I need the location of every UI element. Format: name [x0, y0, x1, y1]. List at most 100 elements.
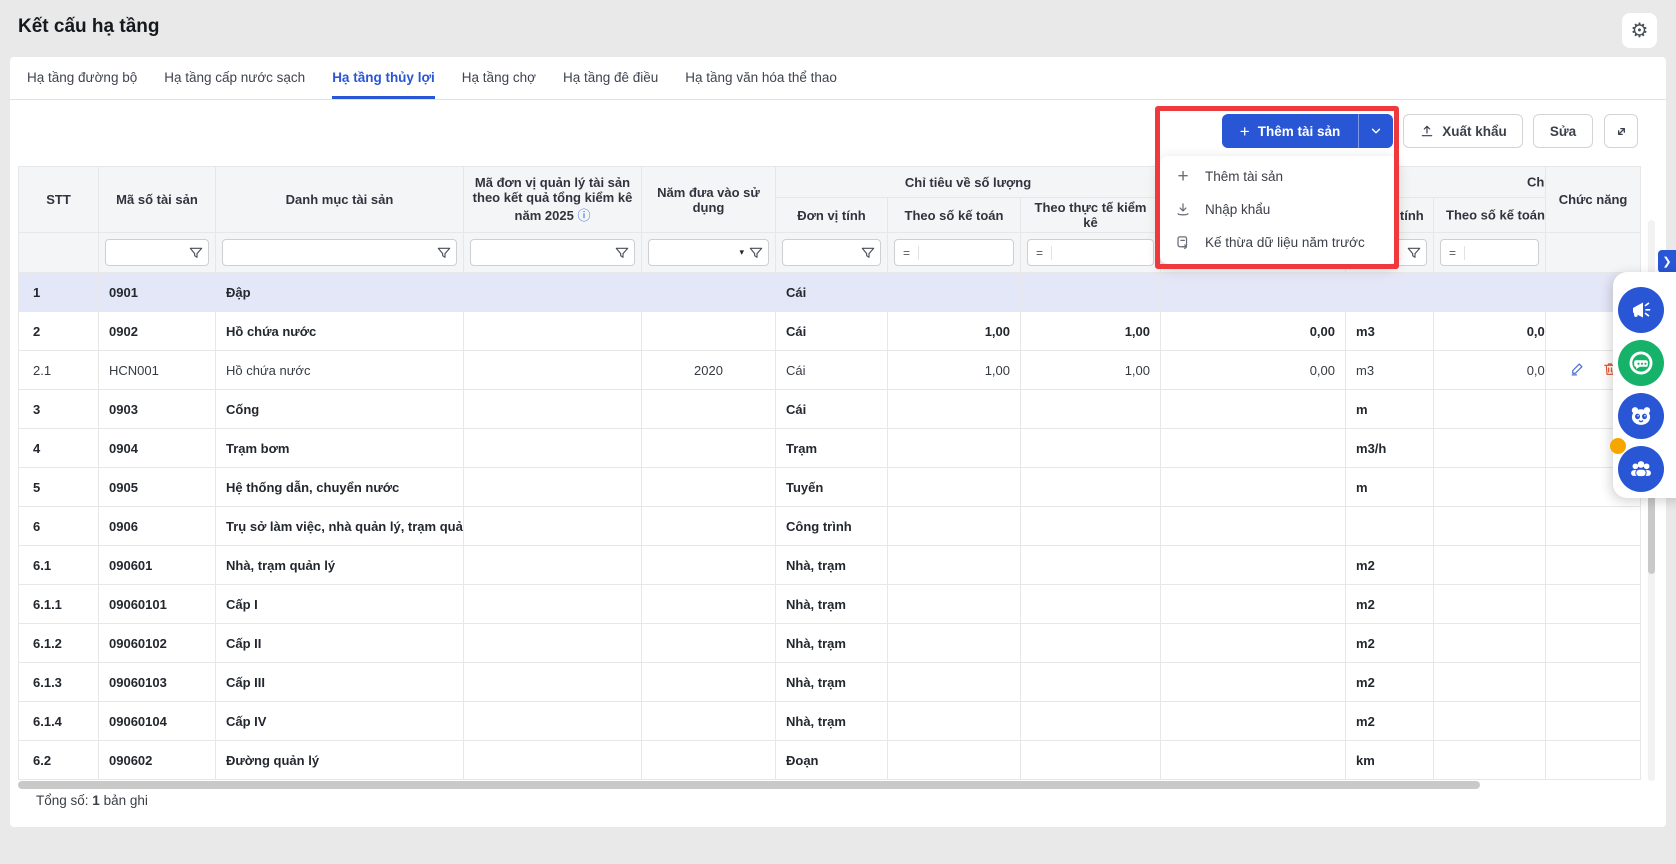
people-group-icon: [1628, 456, 1654, 482]
table-row[interactable]: 20902Hồ chứa nướcCái1,001,000,00m30,00: [19, 312, 1641, 351]
group-header-label: Chỉ tiêu về giá trị: [1527, 175, 1546, 190]
filter-icon[interactable]: [748, 245, 764, 261]
add-asset-button[interactable]: + Thêm tài sản: [1222, 114, 1359, 148]
cell-value: Nhà, trạm: [786, 714, 846, 729]
equals-operator[interactable]: =: [1028, 246, 1052, 260]
cell-unit2: m: [1346, 468, 1434, 507]
table-row[interactable]: 10901 Đập Cái: [19, 273, 1641, 312]
tab-ha-tang-thuy-loi[interactable]: Hạ tầng thủy lợi: [332, 57, 435, 99]
filter-icon[interactable]: [860, 245, 876, 261]
table-row[interactable]: 50905Hệ thống dẫn, chuyển nướcTuyếnm: [19, 468, 1641, 507]
assistant-bot-widget-button[interactable]: [1618, 393, 1664, 439]
content-card: Hạ tầng đường bộ Hạ tầng cấp nước sạch H…: [10, 57, 1666, 827]
table-row[interactable]: 6.1.409060104Cấp IVNhà, trạmm2: [19, 702, 1641, 741]
equals-operator[interactable]: =: [895, 246, 919, 260]
plus-icon: +: [1174, 167, 1192, 186]
community-widget-button[interactable]: [1618, 446, 1664, 492]
tab-ha-tang-duong-bo[interactable]: Hạ tầng đường bộ: [27, 57, 137, 99]
filter-input-theo-so-ke-toan[interactable]: [919, 240, 1013, 265]
table-row[interactable]: 40904Trạm bơmTrạmm3/h: [19, 429, 1641, 468]
table-row[interactable]: 6.1.209060102Cấp IINhà, trạmm2: [19, 624, 1641, 663]
cell-ucode: [464, 468, 642, 507]
filter-cell-chuc-nang: [1546, 233, 1641, 273]
cell-value: Trạm: [786, 441, 817, 456]
cell-value: m2: [1356, 675, 1375, 690]
filter-input-ma-so[interactable]: [110, 240, 188, 265]
cell-value: Nhà, trạm: [786, 675, 846, 690]
cell-value: Nhà, trạm: [786, 636, 846, 651]
tab-ha-tang-cap-nuoc-sach[interactable]: Hạ tầng cấp nước sạch: [164, 57, 305, 99]
tab-ha-tang-cho[interactable]: Hạ tầng chợ: [462, 57, 536, 99]
filter-icon[interactable]: [614, 245, 630, 261]
edit-mode-button[interactable]: Sửa: [1533, 114, 1593, 148]
filter-input-theo-so-ke-toan-2[interactable]: [1465, 240, 1538, 265]
table-row[interactable]: 60906Trụ sở làm việc, nhà quản lý, trạm …: [19, 507, 1641, 546]
filter-icon[interactable]: [188, 245, 204, 261]
filter-input-don-vi-tinh[interactable]: [787, 240, 860, 265]
cell-value: 2020: [694, 363, 723, 378]
menu-item-nhap-khau[interactable]: Nhập khẩu: [1160, 193, 1397, 226]
cell-name: Trụ sở làm việc, nhà quản lý, trạm quả..…: [216, 507, 464, 546]
cell-code: 090601: [99, 546, 216, 585]
cell-value: m3: [1356, 324, 1375, 339]
menu-item-ke-thua-du-lieu[interactable]: Kế thừa dữ liệu năm trước: [1160, 226, 1397, 259]
cell-value: 0,00: [1527, 351, 1546, 390]
cell-qa: [888, 468, 1021, 507]
menu-item-them-tai-san[interactable]: + Thêm tài sản: [1160, 160, 1397, 193]
table-row[interactable]: 6.1.309060103Cấp IIINhà, trạmm2: [19, 663, 1641, 702]
filter-select-nam[interactable]: [653, 240, 739, 265]
table-row[interactable]: 2.1HCN001Hồ chứa nước2020Cái1,001,000,00…: [19, 351, 1641, 390]
table-row[interactable]: 6.1090601Nhà, trạm quản lýNhà, trạmm2: [19, 546, 1641, 585]
filter-input-ma-don-vi[interactable]: [475, 240, 614, 265]
add-asset-split-button[interactable]: + Thêm tài sản: [1222, 114, 1393, 148]
cell-qa: 1,00: [888, 312, 1021, 351]
edit-row-button[interactable]: [1569, 360, 1586, 377]
cell-value: 6.1.3: [33, 675, 62, 690]
filter-input-theo-thuc-te[interactable]: [1052, 240, 1153, 265]
cell-code: 0901: [99, 273, 216, 312]
col-header-nam-dua-vao: Năm đưa vào sử dụng: [642, 167, 776, 233]
filter-icon[interactable]: [436, 245, 452, 261]
chevron-down-icon: [1369, 124, 1383, 138]
tab-ha-tang-de-dieu[interactable]: Hạ tầng đê điều: [563, 57, 658, 99]
caret-down-icon[interactable]: ▾: [739, 247, 744, 258]
announcement-widget-button[interactable]: [1618, 287, 1664, 333]
table-row[interactable]: 6.1.109060101Cấp INhà, trạmm2: [19, 585, 1641, 624]
side-panel-toggle[interactable]: ❯: [1658, 250, 1676, 273]
horizontal-scrollbar[interactable]: [18, 781, 1480, 789]
cell-value: m: [1356, 402, 1368, 417]
cell-value: Đập: [226, 285, 251, 300]
cell-value: Cấp I: [226, 597, 258, 612]
app-window: Kết cấu hạ tầng ⚙ Hạ tầng đường bộ Hạ tầ…: [0, 0, 1676, 864]
tab-ha-tang-van-hoa-the-thao[interactable]: Hạ tầng văn hóa thể thao: [685, 57, 837, 99]
fullscreen-button[interactable]: [1604, 114, 1638, 148]
equals-operator[interactable]: =: [1441, 246, 1465, 260]
cell-year: [642, 624, 776, 663]
cell-value: 6: [33, 519, 40, 534]
cell-qa: [888, 741, 1021, 780]
filter-input-danh-muc[interactable]: [227, 240, 436, 265]
chat-widget-button[interactable]: [1618, 340, 1664, 386]
cell-stt: 1: [19, 273, 99, 312]
table-row[interactable]: 30903CốngCáim: [19, 390, 1641, 429]
settings-button[interactable]: ⚙: [1622, 13, 1657, 48]
info-icon[interactable]: ⓘ: [577, 208, 590, 223]
cell-value: Cái: [786, 285, 806, 300]
upload-icon: [1419, 123, 1435, 139]
add-asset-dropdown-toggle[interactable]: [1359, 114, 1393, 148]
cell-ucode: [464, 663, 642, 702]
cell-qa: [888, 507, 1021, 546]
cell-qd: [1161, 429, 1346, 468]
cell-qr: [1021, 468, 1161, 507]
megaphone-icon: [1629, 298, 1653, 322]
filter-cell-theo-thuc-te: =: [1021, 233, 1161, 273]
table-row[interactable]: 6.2090602Đường quản lýĐoạnkm: [19, 741, 1641, 780]
cell-year: 2020: [642, 351, 776, 390]
cell-value: 6.2: [33, 753, 51, 768]
cell-year: [642, 585, 776, 624]
filter-icon[interactable]: [1406, 245, 1422, 261]
cell-value: 09060102: [109, 636, 167, 651]
cell-qd: [1161, 663, 1346, 702]
export-button[interactable]: Xuất khẩu: [1403, 114, 1523, 148]
cell-unit1: Cái: [776, 273, 888, 312]
